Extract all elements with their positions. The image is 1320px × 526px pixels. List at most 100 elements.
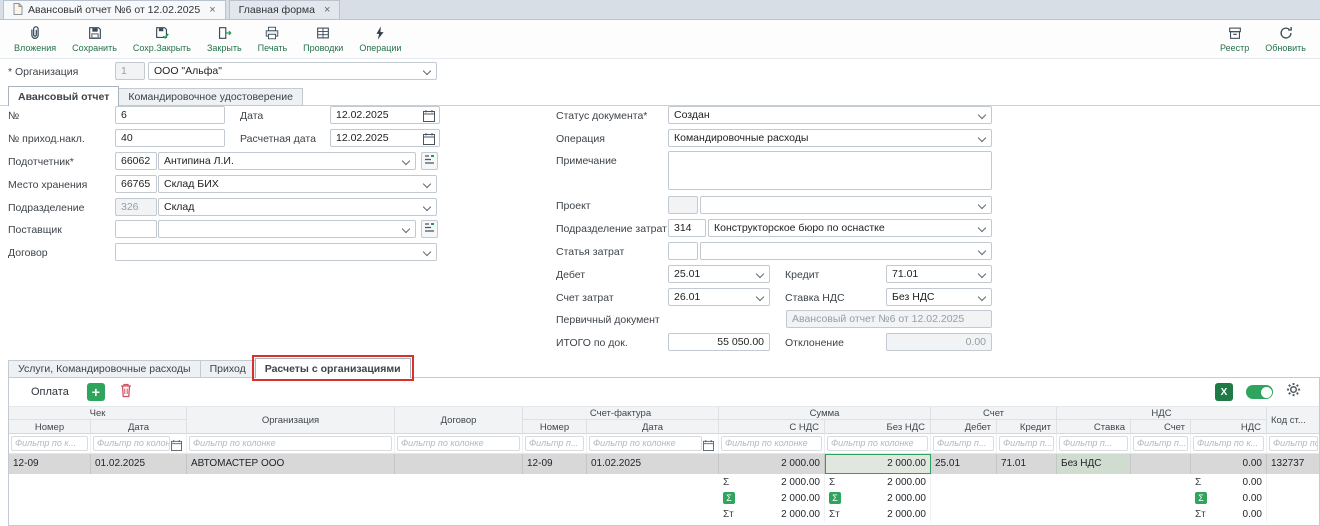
filter-input-organization[interactable]: Фильтр по колонке <box>189 436 392 451</box>
tab-income[interactable]: Приход <box>200 360 256 378</box>
settings-button[interactable] <box>1286 382 1301 402</box>
filter-input-sum-with-vat[interactable]: Фильтр по колонке <box>721 436 822 451</box>
close-button[interactable]: Закрыть <box>199 21 250 57</box>
cell-vat[interactable]: 0.00 <box>1191 454 1267 474</box>
filter-input-invoice-number[interactable]: Фильтр п... <box>525 436 584 451</box>
tab-advance-report[interactable]: Авансовый отчет <box>8 86 119 106</box>
contract-select[interactable] <box>115 243 437 261</box>
calendar-icon[interactable] <box>423 110 435 124</box>
filter-input-vat[interactable]: Фильтр по к... <box>1193 436 1264 451</box>
vat-rate-select[interactable]: Без НДС <box>886 288 992 306</box>
refresh-button[interactable]: Обновить <box>1257 21 1314 57</box>
column-header-organization[interactable]: Организация <box>187 407 395 434</box>
supplier-lookup-button[interactable] <box>421 220 438 238</box>
close-tab-icon[interactable]: × <box>209 4 215 16</box>
chevron-down-icon[interactable] <box>978 224 986 232</box>
filter-input-code[interactable]: Фильтр по <box>1269 436 1318 451</box>
tab-services-expenses[interactable]: Услуги, Командировочные расходы <box>8 360 201 378</box>
column-header-credit[interactable]: Кредит <box>997 420 1057 434</box>
chevron-down-icon[interactable] <box>423 203 431 211</box>
date-input[interactable]: 12.02.2025 <box>330 106 440 124</box>
chevron-down-icon[interactable] <box>978 111 986 119</box>
status-select[interactable]: Создан <box>668 106 992 124</box>
chevron-down-icon[interactable] <box>756 270 764 278</box>
accountable-person-select[interactable]: Антипина Л.И. <box>158 152 416 170</box>
close-tab-icon[interactable]: × <box>324 4 330 16</box>
filter-input-check-number[interactable]: Фильтр по к... <box>11 436 88 451</box>
debit-select[interactable]: 25.01 <box>668 265 770 283</box>
calendar-icon[interactable] <box>703 438 714 456</box>
filter-toggle[interactable] <box>1246 385 1273 399</box>
window-tab-main[interactable]: Главная форма × <box>229 0 341 19</box>
chevron-down-icon[interactable] <box>978 270 986 278</box>
storage-code-input[interactable]: 66765 <box>115 175 157 193</box>
filter-input-credit[interactable]: Фильтр п... <box>999 436 1054 451</box>
cost-item-select[interactable] <box>700 242 992 260</box>
cell-vat-account[interactable] <box>1131 454 1191 474</box>
filter-input-vat-rate[interactable]: Фильтр п... <box>1059 436 1128 451</box>
attachments-button[interactable]: Вложения <box>6 21 64 57</box>
cell-invoice-date[interactable]: 01.02.2025 <box>587 454 719 474</box>
total-input[interactable]: 55 050.00 <box>668 333 770 351</box>
credit-select[interactable]: 71.01 <box>886 265 992 283</box>
delete-row-button[interactable] <box>119 382 133 403</box>
organization-code-input[interactable]: 1 <box>115 62 145 80</box>
filter-input-vat-account[interactable]: Фильтр п... <box>1133 436 1188 451</box>
column-header-code[interactable]: Код ст... <box>1267 407 1319 434</box>
save-close-button[interactable]: Сохр.Закрыть <box>125 21 199 57</box>
supplier-select[interactable] <box>158 220 416 238</box>
chevron-down-icon[interactable] <box>978 293 986 301</box>
chevron-down-icon[interactable] <box>756 293 764 301</box>
column-header-check-number[interactable]: Номер <box>9 420 91 434</box>
project-code-input[interactable] <box>668 196 698 214</box>
registry-button[interactable]: Реестр <box>1212 21 1257 57</box>
postings-button[interactable]: Проводки <box>295 21 351 57</box>
filter-input-invoice-date[interactable]: Фильтр по колонке <box>589 436 702 451</box>
column-header-contract[interactable]: Договор <box>395 407 523 434</box>
column-header-invoice-number[interactable]: Номер <box>523 420 587 434</box>
cost-account-select[interactable]: 26.01 <box>668 288 770 306</box>
cell-debit[interactable]: 25.01 <box>931 454 997 474</box>
cost-department-code-input[interactable]: 314 <box>668 219 706 237</box>
cell-code[interactable]: 132737 <box>1267 454 1319 474</box>
operation-select[interactable]: Командировочные расходы <box>668 129 992 147</box>
chevron-down-icon[interactable] <box>402 225 410 233</box>
chevron-down-icon[interactable] <box>423 67 431 75</box>
tab-travel-certificate[interactable]: Командировочное удостоверение <box>118 88 303 106</box>
window-tab-document[interactable]: Авансовый отчет №6 от 12.02.2025 × <box>3 0 226 19</box>
column-header-vat[interactable]: НДС <box>1191 420 1267 434</box>
column-header-invoice-date[interactable]: Дата <box>587 420 719 434</box>
tab-settlements[interactable]: Расчеты с организациями <box>255 358 411 378</box>
column-header-check-date[interactable]: Дата <box>91 420 187 434</box>
cell-credit[interactable]: 71.01 <box>997 454 1057 474</box>
grid-row-selected[interactable]: 12-09 01.02.2025 АВТОМАСТЕР ООО 12-09 01… <box>9 454 1319 474</box>
save-button[interactable]: Сохранить <box>64 21 125 57</box>
cell-sum-without-vat-focused[interactable]: 2 000.00 <box>825 454 931 474</box>
department-code-input[interactable]: 326 <box>115 198 157 216</box>
cell-sum-with-vat[interactable]: 2 000.00 <box>719 454 825 474</box>
cell-invoice-number[interactable]: 12-09 <box>523 454 587 474</box>
storage-select[interactable]: Склад БИХ <box>158 175 437 193</box>
add-row-button[interactable]: + <box>87 383 105 401</box>
filter-input-sum-without-vat[interactable]: Фильтр по колонке <box>827 436 928 451</box>
department-select[interactable]: Склад <box>158 198 437 216</box>
column-header-sum-without-vat[interactable]: Без НДС <box>825 420 931 434</box>
cost-department-select[interactable]: Конструкторское бюро по оснастке <box>708 219 992 237</box>
filter-input-check-date[interactable]: Фильтр по колон... <box>93 436 170 451</box>
calendar-icon[interactable] <box>423 133 435 147</box>
filter-input-contract[interactable]: Фильтр по колонке <box>397 436 520 451</box>
column-header-sum-with-vat[interactable]: С НДС <box>719 420 825 434</box>
cell-check-date[interactable]: 01.02.2025 <box>91 454 187 474</box>
column-header-debit[interactable]: Дебет <box>931 420 997 434</box>
column-header-vat-rate[interactable]: Ставка <box>1057 420 1131 434</box>
cell-contract[interactable] <box>395 454 523 474</box>
chevron-down-icon[interactable] <box>978 247 986 255</box>
number-input[interactable]: 6 <box>115 106 225 124</box>
cell-vat-rate[interactable]: Без НДС <box>1057 454 1131 474</box>
chevron-down-icon[interactable] <box>423 180 431 188</box>
excel-export-button[interactable]: X <box>1215 383 1233 401</box>
project-select[interactable] <box>700 196 992 214</box>
chevron-down-icon[interactable] <box>978 201 986 209</box>
operations-button[interactable]: Операции <box>351 21 409 57</box>
organization-select[interactable]: ООО "Альфа" <box>148 62 437 80</box>
